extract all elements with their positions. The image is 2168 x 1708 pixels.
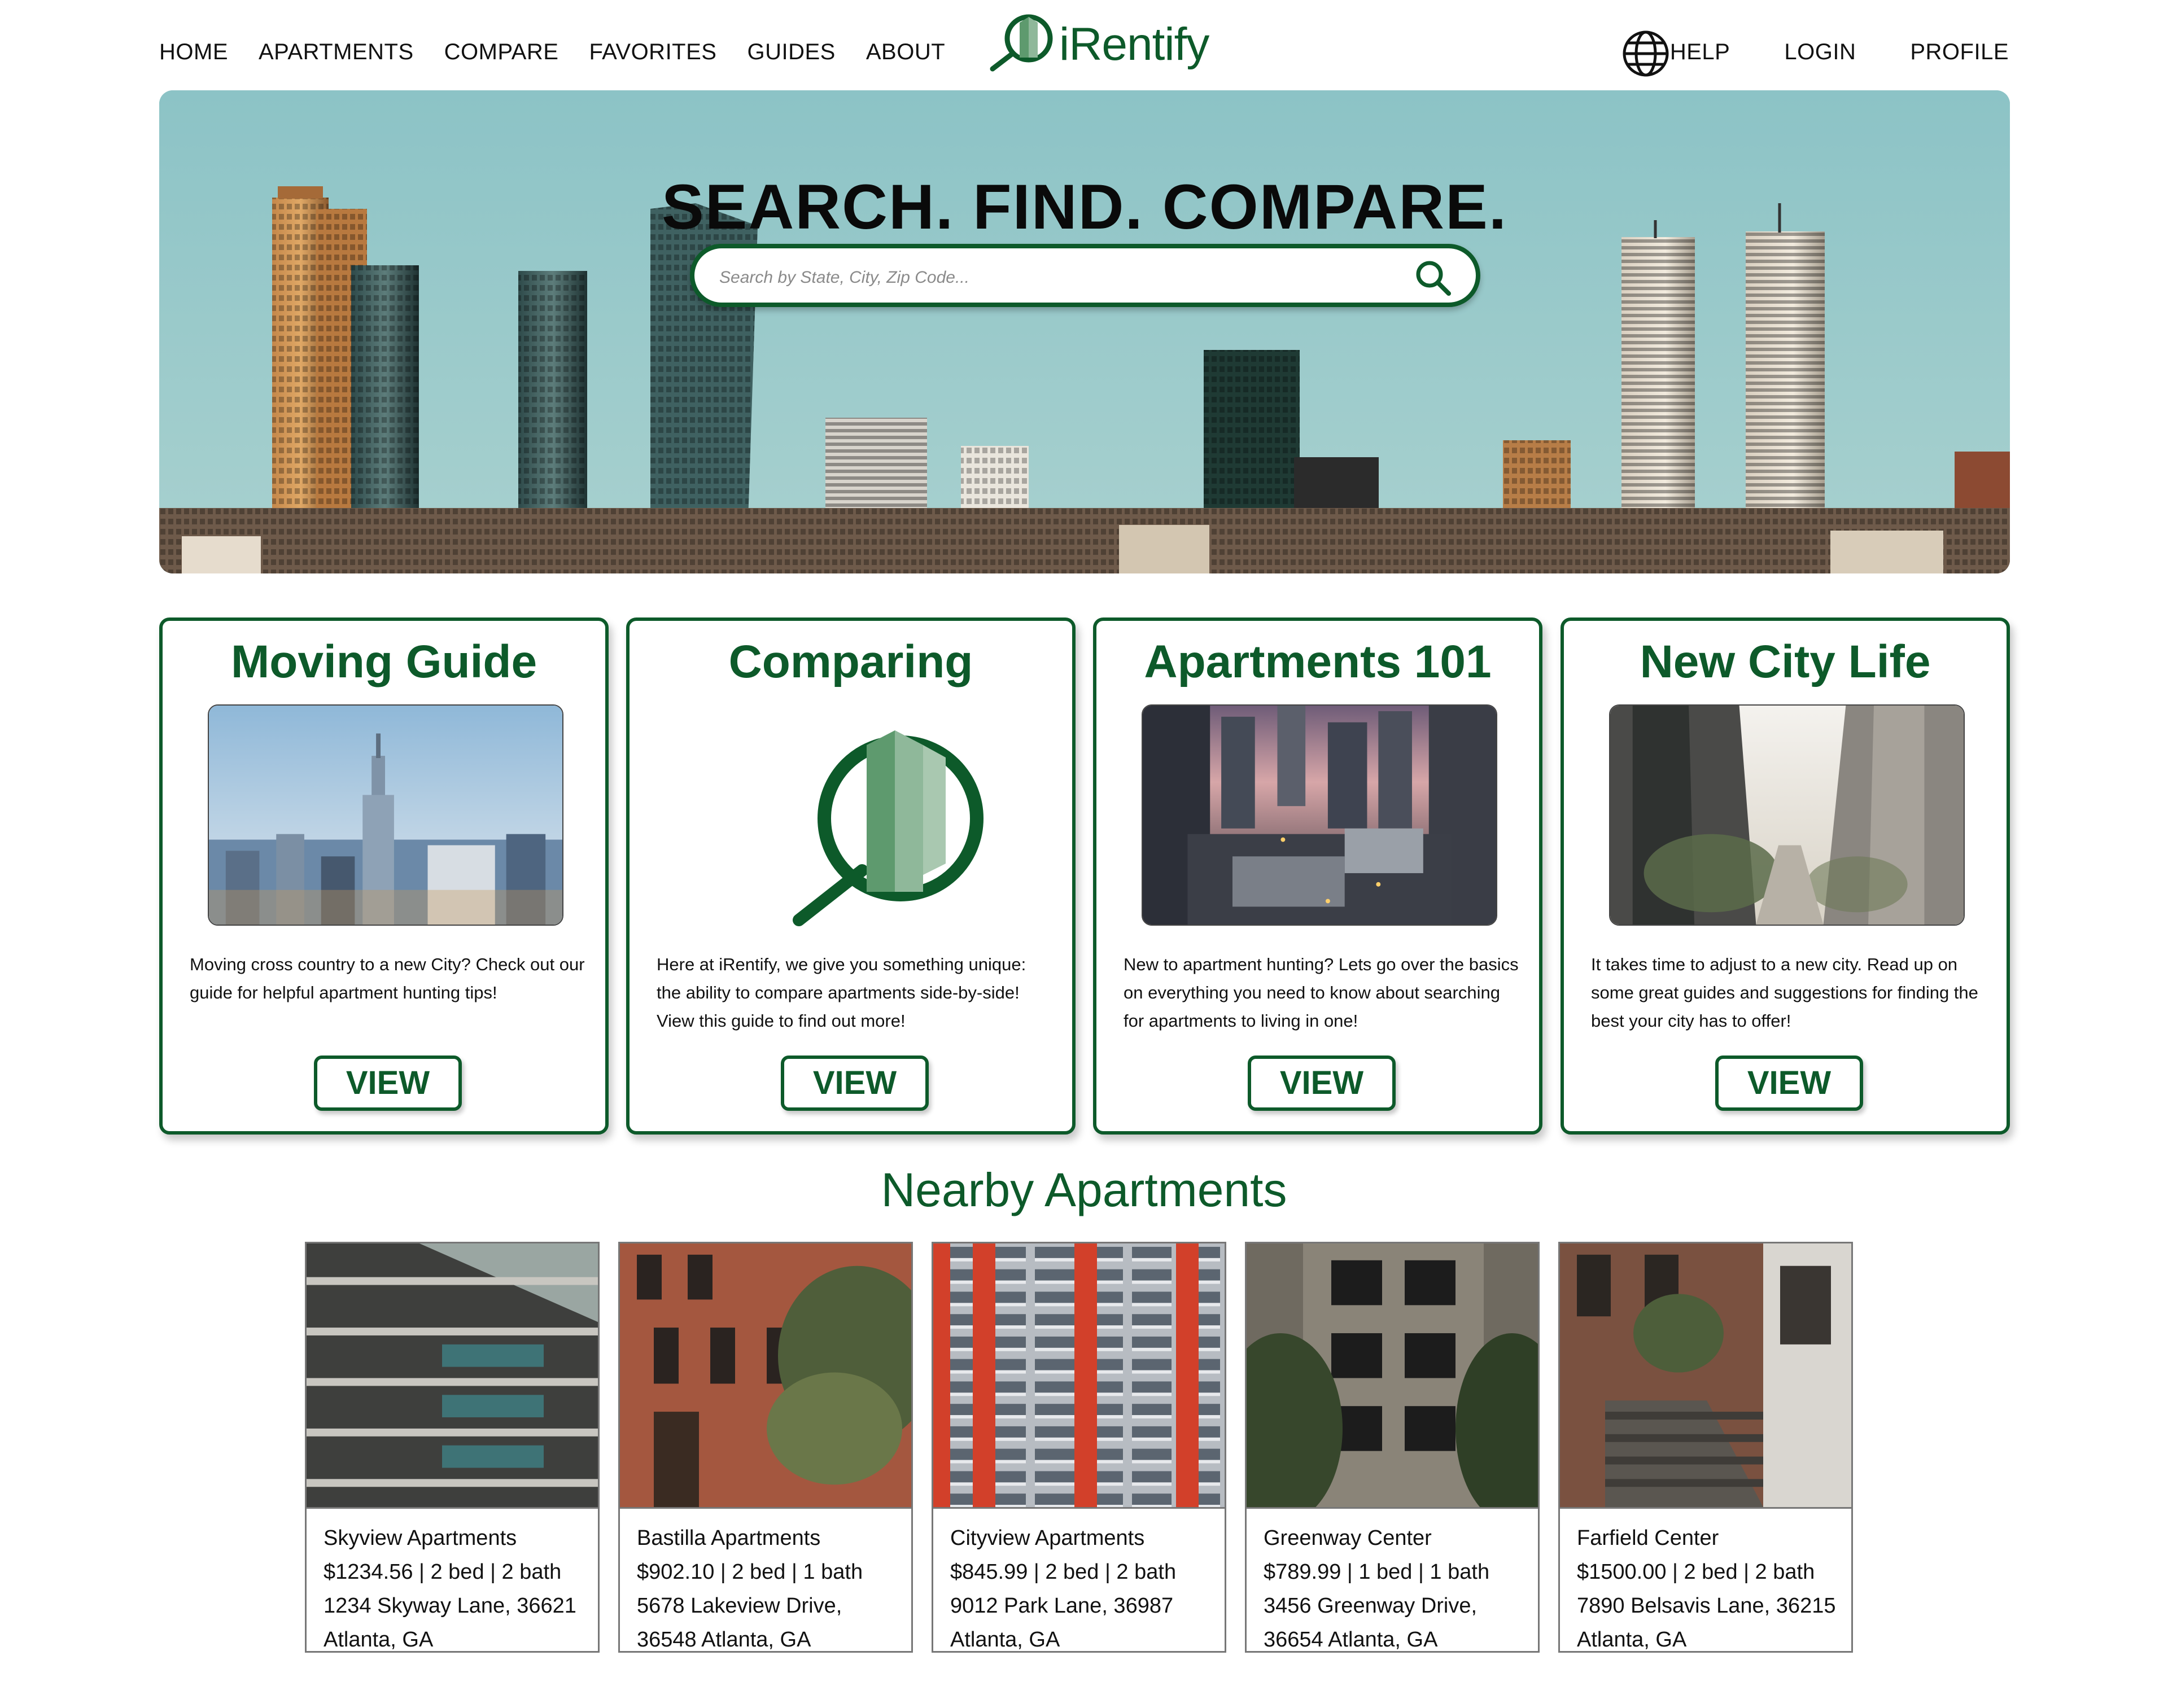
top-navigation: HOME APARTMENTS COMPARE FAVORITES GUIDES… (0, 0, 2168, 90)
guide-card-description: New to apartment hunting? Lets go over t… (1124, 954, 1519, 1031)
apartment-info: Bastilla Apartments $902.10 | 2 bed | 1 … (620, 1509, 911, 1657)
guide-card-title: New City Life (1640, 636, 1931, 687)
apartment-address-line2: 36548 Atlanta, GA (637, 1628, 811, 1652)
apartment-card-farfield[interactable]: Farfield Center $1500.00 | 2 bed | 2 bat… (1558, 1242, 1853, 1653)
nav-help-link[interactable]: HELP (1670, 40, 1730, 65)
nav-home-link[interactable]: HOME (159, 40, 228, 65)
apartment-photo (1247, 1243, 1538, 1509)
apartment-info: Skyview Apartments $1234.56 | 2 bed | 2 … (307, 1509, 598, 1657)
apartment-details: $845.99 | 2 bed | 2 bath (950, 1560, 1177, 1584)
nearby-apartments-heading: Nearby Apartments (881, 1163, 1287, 1216)
apartment-address-line1: 5678 Lakeview Drive, (637, 1594, 842, 1618)
city-street-image (1609, 704, 1965, 926)
apartment-details: $789.99 | 1 bed | 1 bath (1264, 1560, 1490, 1584)
empire-state-skyline-image (208, 704, 563, 926)
apartment-info: Farfield Center $1500.00 | 2 bed | 2 bat… (1560, 1509, 1851, 1657)
guide-card-apartments-101: Apartments 101 New to apartment hunting?… (1093, 617, 1542, 1135)
guide-card-moving-guide: Moving Guide Moving cross country to a n… (159, 617, 609, 1135)
apartment-address-line1: 3456 Greenway Drive, (1264, 1594, 1478, 1618)
guide-card-comparing: Comparing Here at iRentify, we give you … (626, 617, 1076, 1135)
apartment-photo (620, 1243, 911, 1509)
guide-card-title: Comparing (728, 636, 973, 687)
apartment-address-line1: 1234 Skyway Lane, 36621 (324, 1594, 576, 1618)
search-icon[interactable] (1411, 256, 1454, 299)
apartment-card-skyview[interactable]: Skyview Apartments $1234.56 | 2 bed | 2 … (305, 1242, 600, 1653)
apartment-photo (933, 1243, 1225, 1509)
apartment-address-line2: Atlanta, GA (324, 1628, 434, 1652)
apartment-name: Greenway Center (1264, 1526, 1432, 1550)
apartment-details: $902.10 | 2 bed | 1 bath (637, 1560, 863, 1584)
nav-profile-link[interactable]: PROFILE (1910, 40, 2009, 65)
apartment-name: Bastilla Apartments (637, 1526, 821, 1550)
apartment-photo (307, 1243, 598, 1509)
nav-login-link[interactable]: LOGIN (1784, 40, 1856, 65)
apartment-name: Skyview Apartments (324, 1526, 517, 1550)
hero-banner: SEARCH. FIND. COMPARE. (159, 90, 2010, 573)
guide-card-description: Here at iRentify, we give you something … (657, 954, 1026, 1031)
apartment-photo (1560, 1243, 1851, 1509)
apartment-address-line2: 36654 Atlanta, GA (1264, 1628, 1438, 1652)
nav-about-link[interactable]: ABOUT (866, 40, 945, 65)
location-search-bar[interactable] (690, 244, 1480, 307)
primary-nav: HOME APARTMENTS COMPARE FAVORITES GUIDES… (159, 40, 945, 65)
apartment-details: $1500.00 | 2 bed | 2 bath (1577, 1560, 1815, 1584)
location-search-input[interactable] (719, 261, 1385, 295)
magnifier-building-icon (990, 14, 1053, 72)
brand-name: iRentify (1059, 19, 1209, 70)
apartment-card-cityview[interactable]: Cityview Apartments $845.99 | 2 bed | 2 … (932, 1242, 1226, 1653)
magnifier-building-icon (793, 730, 984, 926)
apartment-name: Cityview Apartments (950, 1526, 1145, 1550)
nav-favorites-link[interactable]: FAVORITES (589, 40, 716, 65)
hero-headline: SEARCH. FIND. COMPARE. (662, 172, 1507, 242)
guide-card-new-city-life: New City Life It takes time to adjust to… (1561, 617, 2010, 1135)
secondary-nav: HELP LOGIN PROFILE (1670, 40, 2009, 65)
nav-guides-link[interactable]: GUIDES (747, 40, 835, 65)
guide-card-description: It takes time to adjust to a new city. R… (1591, 954, 1978, 1031)
nav-apartments-link[interactable]: APARTMENTS (259, 40, 414, 65)
apartment-address-line2: Atlanta, GA (1577, 1628, 1687, 1652)
apartment-address-line2: Atlanta, GA (950, 1628, 1060, 1652)
guide-card-title: Apartments 101 (1144, 636, 1492, 687)
view-moving-guide-button[interactable]: VIEW (314, 1056, 462, 1111)
view-apartments-101-button[interactable]: VIEW (1248, 1056, 1396, 1111)
globe-icon[interactable] (1621, 29, 1670, 78)
view-comparing-guide-button[interactable]: VIEW (781, 1056, 929, 1111)
apartment-details: $1234.56 | 2 bed | 2 bath (324, 1560, 562, 1584)
nav-compare-link[interactable]: COMPARE (444, 40, 559, 65)
apartment-info: Greenway Center $789.99 | 1 bed | 1 bath… (1247, 1509, 1538, 1657)
apartment-address-line1: 9012 Park Lane, 36987 (950, 1594, 1174, 1618)
view-new-city-life-button[interactable]: VIEW (1715, 1056, 1863, 1111)
apartment-address-line1: 7890 Belsavis Lane, 36215 (1577, 1594, 1836, 1618)
guide-cards: Moving Guide Moving cross country to a n… (159, 617, 2010, 1135)
apartment-card-bastilla[interactable]: Bastilla Apartments $902.10 | 2 bed | 1 … (618, 1242, 913, 1653)
brand-logo[interactable]: iRentify (985, 12, 1209, 75)
city-skyline-image (159, 90, 2010, 573)
apartment-name: Farfield Center (1577, 1526, 1719, 1550)
apartment-info: Cityview Apartments $845.99 | 2 bed | 2 … (933, 1509, 1225, 1657)
guide-card-description: Moving cross country to a new City? Chec… (190, 954, 585, 1002)
apartment-card-greenway[interactable]: Greenway Center $789.99 | 1 bed | 1 bath… (1245, 1242, 1540, 1653)
guide-card-title: Moving Guide (230, 636, 537, 687)
city-aerial-dusk-image (1142, 704, 1497, 926)
